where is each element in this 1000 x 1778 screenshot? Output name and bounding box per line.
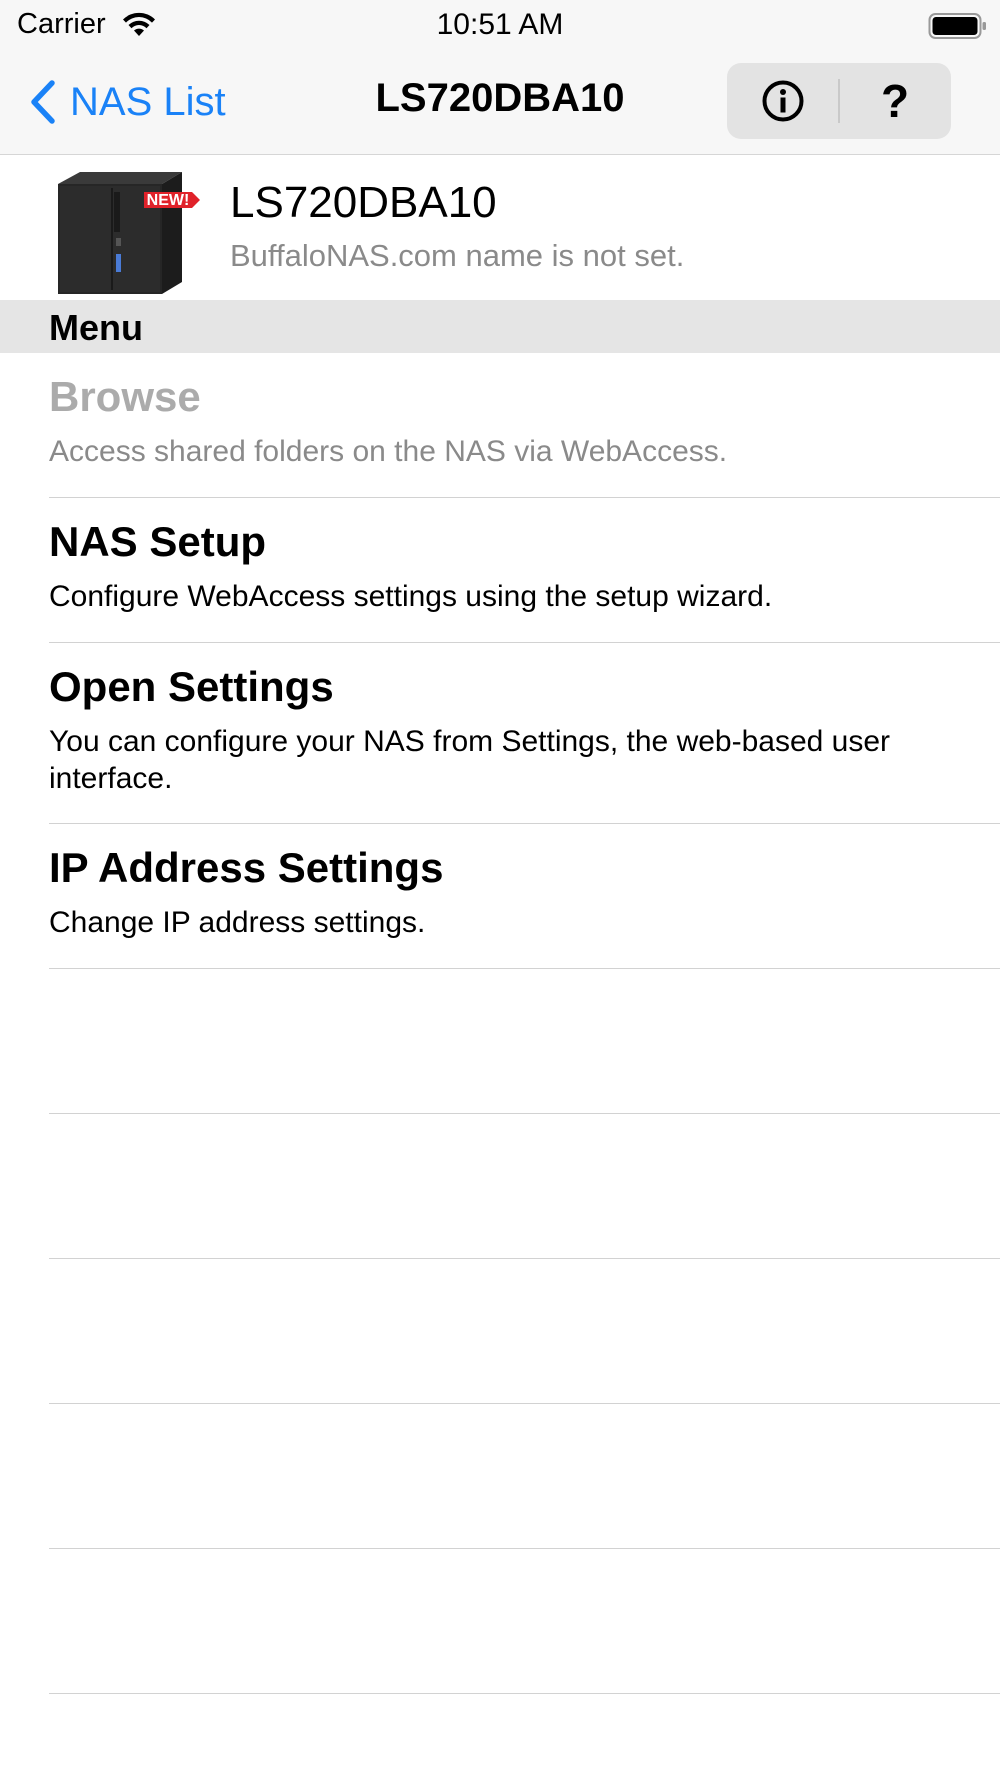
nas-device-image: NEW! [58,172,200,294]
menu-item-title: IP Address Settings [49,844,444,891]
info-circle-icon [762,80,804,122]
menu-list: Browse Access shared folders on the NAS … [0,353,1000,1694]
menu-section-header: Menu [0,300,1000,353]
empty-row [0,1114,1000,1259]
row-separator [49,1693,1000,1694]
menu-item-description: Configure WebAccess settings using the s… [49,580,773,613]
help-button[interactable]: ? [839,63,951,139]
empty-row [0,1404,1000,1549]
menu-item-description: Access shared folders on the NAS via Web… [49,435,728,468]
menu-item-open-settings[interactable]: Open Settings You can configure your NAS… [0,643,1000,824]
menu-item-description: You can configure your NAS from Settings… [49,725,891,795]
status-bar: Carrier 10:51 AM [0,0,1000,50]
empty-row [0,1549,1000,1694]
menu-item-title: NAS Setup [49,518,267,565]
menu-item-browse[interactable]: Browse Access shared folders on the NAS … [0,353,1000,498]
help-icon: ? [880,75,910,127]
menu-item-description: Change IP address settings. [49,906,426,939]
battery-full-icon [928,13,986,39]
menu-item-nas-setup[interactable]: NAS Setup Configure WebAccess settings u… [0,498,1000,643]
new-badge-text: NEW! [147,192,190,209]
menu-section-title: Menu [49,307,143,348]
device-name: LS720DBA10 [230,178,497,227]
menu-item-title: Browse [49,373,201,420]
device-subtitle: BuffaloNAS.com name is not set. [230,238,685,273]
navigation-bar: NAS List LS720DBA10 ? [0,50,1000,155]
empty-row [0,1259,1000,1404]
nav-button-group: ? [727,63,951,139]
menu-item-title: Open Settings [49,663,334,710]
info-button[interactable] [727,63,839,139]
empty-row [0,969,1000,1114]
device-header: NEW! LS720DBA10 BuffaloNAS.com name is n… [0,156,1000,300]
status-time: 10:51 AM [436,8,564,41]
menu-item-ip-address-settings[interactable]: IP Address Settings Change IP address se… [0,824,1000,969]
